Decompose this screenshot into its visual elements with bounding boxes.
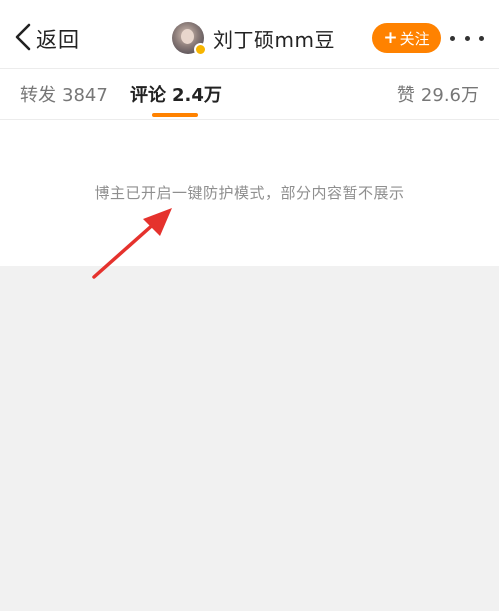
top-nav-bar: 返回 刘丁硕mm豆 + 关注 bbox=[0, 0, 499, 68]
tab-like-label: 赞 bbox=[396, 85, 415, 106]
follow-button[interactable]: + 关注 bbox=[372, 23, 441, 53]
back-label: 返回 bbox=[36, 28, 80, 52]
verified-badge-icon bbox=[194, 43, 207, 56]
tab-bar: 转发 3847 评论 2.4万 赞 29.6万 bbox=[0, 68, 499, 120]
tab-like[interactable]: 赞 29.6万 bbox=[397, 81, 479, 107]
protection-mode-notice: 博主已开启一键防护模式，部分内容暂不展示 bbox=[94, 184, 405, 202]
weibo-comment-page: 返回 刘丁硕mm豆 + 关注 转发 3847 评论 2.4万 赞 29.6万 博… bbox=[0, 0, 499, 611]
tab-comment[interactable]: 评论 2.4万 bbox=[130, 81, 222, 107]
follow-label: 关注 bbox=[399, 29, 430, 48]
tab-repost-count: 3847 bbox=[62, 85, 108, 106]
tab-comment-label: 评论 bbox=[130, 85, 166, 106]
tab-like-count: 29.6万 bbox=[420, 85, 479, 106]
more-dots-icon[interactable] bbox=[450, 30, 484, 46]
comment-panel: 博主已开启一键防护模式，部分内容暂不展示 bbox=[0, 120, 499, 266]
tab-repost[interactable]: 转发 3847 bbox=[20, 81, 108, 107]
back-button[interactable]: 返回 bbox=[14, 22, 80, 56]
user-profile-link[interactable]: 刘丁硕mm豆 bbox=[172, 20, 335, 56]
tab-comment-count: 2.4万 bbox=[172, 85, 222, 106]
active-tab-indicator bbox=[152, 113, 198, 117]
avatar[interactable] bbox=[172, 22, 207, 56]
username[interactable]: 刘丁硕mm豆 bbox=[213, 24, 335, 53]
chevron-left-icon bbox=[14, 23, 32, 55]
tab-repost-label: 转发 bbox=[20, 85, 56, 106]
plus-icon: + bbox=[383, 28, 398, 48]
